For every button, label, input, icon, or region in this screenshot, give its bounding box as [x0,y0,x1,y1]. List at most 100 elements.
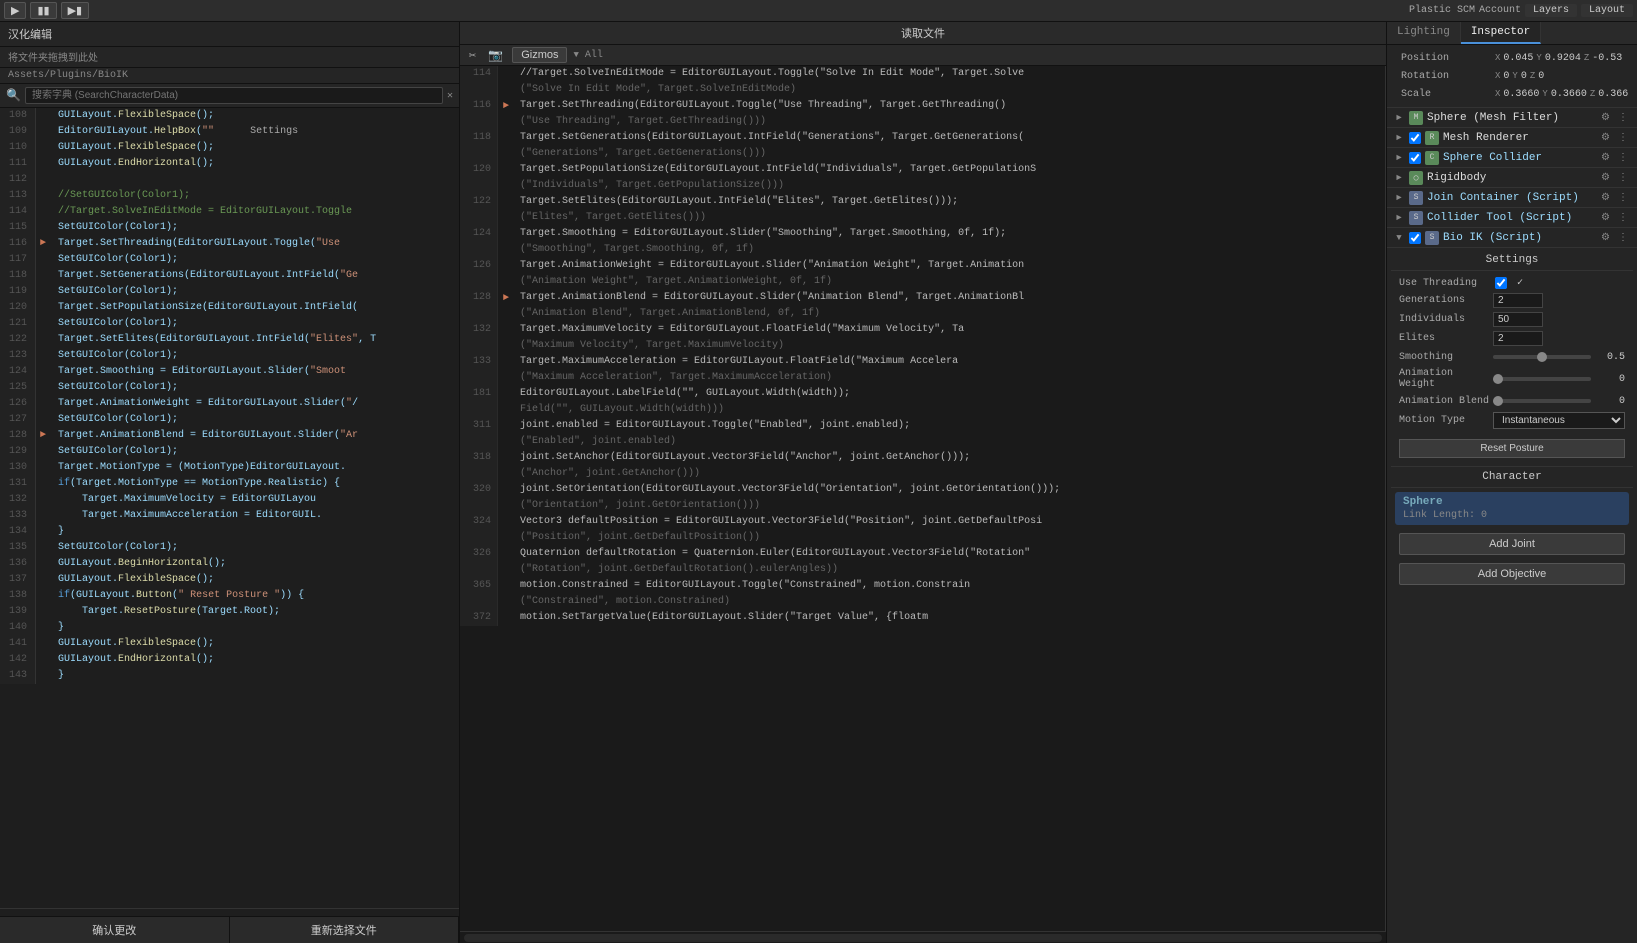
component-sphere-collider: ► C Sphere Collider ⚙ ⋮ [1387,148,1637,168]
smoothing-thumb[interactable] [1537,352,1547,362]
rotation-label: Rotation [1401,71,1491,82]
motion-type-label: Motion Type [1399,415,1489,426]
component-actions: ⚙ ⋮ [1598,131,1631,144]
code-line: 143} [0,668,459,684]
search-bar: 🔍 ✕ [0,84,459,108]
individuals-input[interactable] [1493,312,1543,327]
component-more-btn[interactable]: ⋮ [1615,231,1631,244]
component-settings-btn[interactable]: ⚙ [1598,131,1613,144]
diff-arrow-116: ► [503,101,509,112]
pause-button[interactable]: ▮▮ [30,2,56,19]
diff-line: 116►Target.SetThreading(EditorGUILayout.… [460,98,1385,114]
expand-icon[interactable]: ► [1393,113,1405,123]
mid-footer[interactable] [460,931,1386,943]
elites-row: Elites [1391,329,1633,348]
mesh-filter-name: Sphere (Mesh Filter) [1427,112,1594,124]
expand-icon[interactable]: ▼ [1393,233,1405,243]
code-line: 116►Target.SetThreading(EditorGUILayout.… [0,236,459,252]
diff-line: 133Target.MaximumAcceleration = EditorGU… [460,354,1385,370]
code-area[interactable]: 108GUILayout.FlexibleSpace(); 109EditorG… [0,108,459,908]
mid-horizontal-scrollbar[interactable] [464,934,1382,942]
position-xyz: X0.045 Y0.9204 Z-0.53 [1495,53,1622,64]
elites-input[interactable] [1493,331,1543,346]
join-container-name: Join Container (Script) [1427,192,1594,204]
sphere-section: Sphere Link Length: 0 [1395,492,1629,525]
individuals-label: Individuals [1399,314,1489,325]
gizmos-button[interactable]: Gizmos [512,47,567,63]
code-line: 117SetGUIColor(Color1); [0,252,459,268]
component-more-btn[interactable]: ⋮ [1615,211,1631,224]
generations-input[interactable] [1493,293,1543,308]
component-more-btn[interactable]: ⋮ [1615,171,1631,184]
code-line: 125SetGUIColor(Color1); [0,380,459,396]
diff-left[interactable]: 114//Target.SolveInEditMode = EditorGUIL… [460,66,1386,931]
diff-line: ("Individuals", Target.GetPopulationSize… [460,178,1385,194]
diff-line: Field("", GUILayout.Width(width))) [460,402,1385,418]
clear-search-icon[interactable]: ✕ [447,90,453,102]
add-joint-button[interactable]: Add Joint [1399,533,1625,555]
all-label: All [585,50,603,61]
component-settings-btn[interactable]: ⚙ [1598,191,1613,204]
left-horizontal-scroll[interactable] [0,908,459,916]
diff-area[interactable]: 114//Target.SolveInEditMode = EditorGUIL… [460,66,1386,931]
mesh-filter-icon: M [1409,111,1423,125]
gizmos-arrow-icon[interactable]: ▼ [573,50,578,60]
scale-label: Scale [1401,89,1491,100]
expand-icon[interactable]: ► [1393,213,1405,223]
diff-arrow-128: ► [503,293,509,304]
tab-inspector[interactable]: Inspector [1461,22,1541,44]
component-more-btn[interactable]: ⋮ [1615,131,1631,144]
component-settings-btn[interactable]: ⚙ [1598,211,1613,224]
code-line: 126Target.AnimationWeight = EditorGUILay… [0,396,459,412]
expand-icon[interactable]: ► [1393,133,1405,143]
animation-blend-thumb[interactable] [1493,396,1503,406]
use-threading-checkbox[interactable] [1495,277,1507,289]
code-line: 121SetGUIColor(Color1); [0,316,459,332]
component-more-btn[interactable]: ⋮ [1615,191,1631,204]
component-more-btn[interactable]: ⋮ [1615,151,1631,164]
smoothing-value: 0.5 [1595,352,1625,363]
bio-ik-toggle[interactable] [1409,232,1421,244]
play-button[interactable]: ▶ [4,2,26,19]
reset-posture-button[interactable]: Reset Posture [1399,439,1625,458]
component-more-btn[interactable]: ⋮ [1615,111,1631,124]
rigidbody-name: Rigidbody [1427,172,1594,184]
expand-icon[interactable]: ► [1393,153,1405,163]
expand-icon[interactable]: ► [1393,193,1405,203]
asset-path: Assets/Plugins/BioIK [0,68,459,84]
layout-dropdown[interactable]: Layout [1581,4,1633,17]
inspector-scrollable[interactable]: Position X0.045 Y0.9204 Z-0.53 Rotation … [1387,45,1637,943]
component-settings-btn[interactable]: ⚙ [1598,231,1613,244]
component-join-container: ► S Join Container (Script) ⚙ ⋮ [1387,188,1637,208]
component-mesh-filter: ► M Sphere (Mesh Filter) ⚙ ⋮ [1387,108,1637,128]
diff-line: 320joint.SetOrientation(EditorGUILayout.… [460,482,1385,498]
component-rigidbody: ► ◯ Rigidbody ⚙ ⋮ [1387,168,1637,188]
diff-line: 118Target.SetGenerations(EditorGUILayout… [460,130,1385,146]
camera-icon[interactable]: 📷 [485,48,506,63]
motion-type-select[interactable]: Instantaneous Realistic [1493,412,1625,429]
expand-icon[interactable]: ► [1393,173,1405,183]
diff-line: 311joint.enabled = EditorGUILayout.Toggl… [460,418,1385,434]
tab-lighting[interactable]: Lighting [1387,22,1461,44]
component-settings-btn[interactable]: ⚙ [1598,111,1613,124]
animation-weight-thumb[interactable] [1493,374,1503,384]
code-line: 120Target.SetPopulationSize(EditorGUILay… [0,300,459,316]
animation-blend-track[interactable] [1493,399,1591,403]
component-settings-btn[interactable]: ⚙ [1598,151,1613,164]
reselect-btn[interactable]: 重新选择文件 [230,917,460,943]
main-layout: 汉化编辑 将文件夹拖拽到此处 Assets/Plugins/BioIK 🔍 ✕ … [0,22,1637,943]
component-settings-btn[interactable]: ⚙ [1598,171,1613,184]
layers-dropdown[interactable]: Layers [1525,4,1577,17]
sphere-collider-toggle[interactable] [1409,152,1421,164]
diff-line: ("Rotation", joint.GetDefaultRotation().… [460,562,1385,578]
add-objective-button[interactable]: Add Objective [1399,563,1625,585]
diff-line: 132Target.MaximumVelocity = EditorGUILay… [460,322,1385,338]
search-input[interactable] [25,87,443,104]
smoothing-track[interactable] [1493,355,1591,359]
mesh-renderer-toggle[interactable] [1409,132,1421,144]
step-button[interactable]: ▶▮ [61,2,90,19]
diff-line: ("Constrained", motion.Constrained) [460,594,1385,610]
animation-weight-track[interactable] [1493,377,1591,381]
scissors-icon[interactable]: ✂ [466,48,479,63]
confirm-btn[interactable]: 确认更改 [0,917,230,943]
